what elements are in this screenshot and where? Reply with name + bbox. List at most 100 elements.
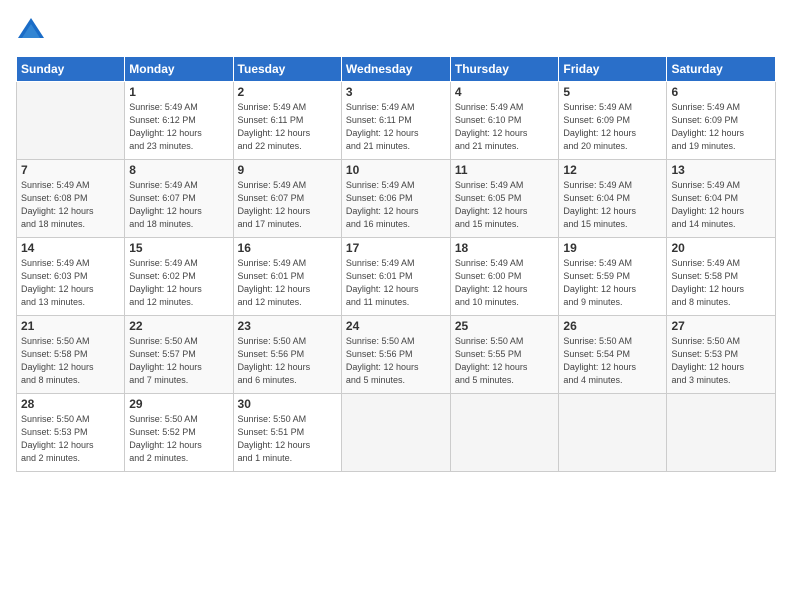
day-number: 17 [346,241,446,255]
day-number: 24 [346,319,446,333]
calendar-cell: 10 Sunrise: 5:49 AM Sunset: 6:06 PM Dayli… [341,160,450,238]
calendar-header-monday: Monday [125,57,233,82]
calendar-header-row: SundayMondayTuesdayWednesdayThursdayFrid… [17,57,776,82]
calendar-week-row: 21 Sunrise: 5:50 AM Sunset: 5:58 PM Dayli… [17,316,776,394]
day-number: 18 [455,241,555,255]
day-info: Sunrise: 5:49 AM Sunset: 6:01 PM Dayligh… [346,257,446,309]
day-number: 4 [455,85,555,99]
day-info: Sunrise: 5:49 AM Sunset: 6:12 PM Dayligh… [129,101,228,153]
day-info: Sunrise: 5:49 AM Sunset: 6:11 PM Dayligh… [238,101,337,153]
day-number: 23 [238,319,337,333]
day-number: 11 [455,163,555,177]
calendar-cell: 23 Sunrise: 5:50 AM Sunset: 5:56 PM Dayli… [233,316,341,394]
day-number: 5 [563,85,662,99]
day-number: 14 [21,241,120,255]
day-info: Sunrise: 5:49 AM Sunset: 6:00 PM Dayligh… [455,257,555,309]
calendar-cell: 2 Sunrise: 5:49 AM Sunset: 6:11 PM Daylig… [233,82,341,160]
calendar-week-row: 14 Sunrise: 5:49 AM Sunset: 6:03 PM Dayli… [17,238,776,316]
day-info: Sunrise: 5:50 AM Sunset: 5:55 PM Dayligh… [455,335,555,387]
calendar-cell [341,394,450,472]
day-number: 22 [129,319,228,333]
calendar-cell: 20 Sunrise: 5:49 AM Sunset: 5:58 PM Dayli… [667,238,776,316]
day-info: Sunrise: 5:49 AM Sunset: 5:59 PM Dayligh… [563,257,662,309]
day-number: 21 [21,319,120,333]
calendar-cell: 4 Sunrise: 5:49 AM Sunset: 6:10 PM Daylig… [450,82,559,160]
day-info: Sunrise: 5:50 AM Sunset: 5:51 PM Dayligh… [238,413,337,465]
day-number: 9 [238,163,337,177]
day-info: Sunrise: 5:50 AM Sunset: 5:56 PM Dayligh… [346,335,446,387]
calendar-cell: 24 Sunrise: 5:50 AM Sunset: 5:56 PM Dayli… [341,316,450,394]
calendar-cell: 30 Sunrise: 5:50 AM Sunset: 5:51 PM Dayli… [233,394,341,472]
day-number: 16 [238,241,337,255]
calendar-cell: 11 Sunrise: 5:49 AM Sunset: 6:05 PM Dayli… [450,160,559,238]
calendar-cell [450,394,559,472]
calendar-cell: 25Sunrise: 5:50 AM Sunset: 5:55 PM Dayli… [450,316,559,394]
calendar-cell: 16 Sunrise: 5:49 AM Sunset: 6:01 PM Dayli… [233,238,341,316]
day-info: Sunrise: 5:49 AM Sunset: 6:06 PM Dayligh… [346,179,446,231]
day-info: Sunrise: 5:49 AM Sunset: 6:05 PM Dayligh… [455,179,555,231]
day-info: Sunrise: 5:49 AM Sunset: 6:11 PM Dayligh… [346,101,446,153]
calendar-cell: 12Sunrise: 5:49 AM Sunset: 6:04 PM Dayli… [559,160,667,238]
day-number: 20 [671,241,771,255]
calendar-cell: 17 Sunrise: 5:49 AM Sunset: 6:01 PM Dayli… [341,238,450,316]
calendar-cell: 19 Sunrise: 5:49 AM Sunset: 5:59 PM Dayli… [559,238,667,316]
day-number: 19 [563,241,662,255]
day-info: Sunrise: 5:50 AM Sunset: 5:58 PM Dayligh… [21,335,120,387]
page-header [16,16,776,46]
logo-icon [16,16,46,46]
calendar-cell: 9 Sunrise: 5:49 AM Sunset: 6:07 PM Daylig… [233,160,341,238]
day-info: Sunrise: 5:49 AM Sunset: 6:04 PM Dayligh… [671,179,771,231]
day-number: 10 [346,163,446,177]
calendar-cell [667,394,776,472]
day-info: Sunrise: 5:49 AM Sunset: 6:02 PM Dayligh… [129,257,228,309]
day-info: Sunrise: 5:49 AM Sunset: 6:07 PM Dayligh… [129,179,228,231]
calendar-week-row: 1 Sunrise: 5:49 AM Sunset: 6:12 PM Daylig… [17,82,776,160]
calendar-cell [17,82,125,160]
day-info: Sunrise: 5:50 AM Sunset: 5:52 PM Dayligh… [129,413,228,465]
day-info: Sunrise: 5:50 AM Sunset: 5:54 PM Dayligh… [563,335,662,387]
calendar-header-wednesday: Wednesday [341,57,450,82]
calendar-cell: 14 Sunrise: 5:49 AM Sunset: 6:03 PM Dayli… [17,238,125,316]
calendar-header-tuesday: Tuesday [233,57,341,82]
day-number: 29 [129,397,228,411]
day-number: 26 [563,319,662,333]
day-info: Sunrise: 5:49 AM Sunset: 6:03 PM Dayligh… [21,257,120,309]
day-number: 6 [671,85,771,99]
calendar-cell: 7 Sunrise: 5:49 AM Sunset: 6:08 PM Daylig… [17,160,125,238]
day-info: Sunrise: 5:49 AM Sunset: 5:58 PM Dayligh… [671,257,771,309]
calendar-cell: 3 Sunrise: 5:49 AM Sunset: 6:11 PM Daylig… [341,82,450,160]
day-number: 1 [129,85,228,99]
calendar-week-row: 7 Sunrise: 5:49 AM Sunset: 6:08 PM Daylig… [17,160,776,238]
calendar-cell: 6 Sunrise: 5:49 AM Sunset: 6:09 PM Daylig… [667,82,776,160]
calendar-cell: 26 Sunrise: 5:50 AM Sunset: 5:54 PM Dayli… [559,316,667,394]
day-number: 3 [346,85,446,99]
calendar-header-thursday: Thursday [450,57,559,82]
calendar-cell: 18 Sunrise: 5:49 AM Sunset: 6:00 PM Dayli… [450,238,559,316]
day-info: Sunrise: 5:50 AM Sunset: 5:53 PM Dayligh… [21,413,120,465]
day-number: 30 [238,397,337,411]
day-info: Sunrise: 5:49 AM Sunset: 6:09 PM Dayligh… [671,101,771,153]
calendar-cell: 5 Sunrise: 5:49 AM Sunset: 6:09 PM Daylig… [559,82,667,160]
calendar-cell: 21 Sunrise: 5:50 AM Sunset: 5:58 PM Dayli… [17,316,125,394]
calendar-cell: 27Sunrise: 5:50 AM Sunset: 5:53 PM Dayli… [667,316,776,394]
day-number: 2 [238,85,337,99]
day-number: 7 [21,163,120,177]
day-number: 13 [671,163,771,177]
day-info: Sunrise: 5:49 AM Sunset: 6:07 PM Dayligh… [238,179,337,231]
day-info: Sunrise: 5:49 AM Sunset: 6:10 PM Dayligh… [455,101,555,153]
day-info: Sunrise: 5:49 AM Sunset: 6:04 PM Dayligh… [563,179,662,231]
day-number: 8 [129,163,228,177]
calendar-cell: 22 Sunrise: 5:50 AM Sunset: 5:57 PM Dayli… [125,316,233,394]
day-info: Sunrise: 5:50 AM Sunset: 5:57 PM Dayligh… [129,335,228,387]
day-info: Sunrise: 5:50 AM Sunset: 5:56 PM Dayligh… [238,335,337,387]
day-info: Sunrise: 5:49 AM Sunset: 6:09 PM Dayligh… [563,101,662,153]
calendar-cell: 8 Sunrise: 5:49 AM Sunset: 6:07 PM Daylig… [125,160,233,238]
calendar-cell: 15 Sunrise: 5:49 AM Sunset: 6:02 PM Dayli… [125,238,233,316]
day-info: Sunrise: 5:49 AM Sunset: 6:01 PM Dayligh… [238,257,337,309]
calendar-cell: 13 Sunrise: 5:49 AM Sunset: 6:04 PM Dayli… [667,160,776,238]
day-number: 15 [129,241,228,255]
day-info: Sunrise: 5:49 AM Sunset: 6:08 PM Dayligh… [21,179,120,231]
calendar-cell: 28Sunrise: 5:50 AM Sunset: 5:53 PM Dayli… [17,394,125,472]
calendar-header-sunday: Sunday [17,57,125,82]
calendar-table: SundayMondayTuesdayWednesdayThursdayFrid… [16,56,776,472]
